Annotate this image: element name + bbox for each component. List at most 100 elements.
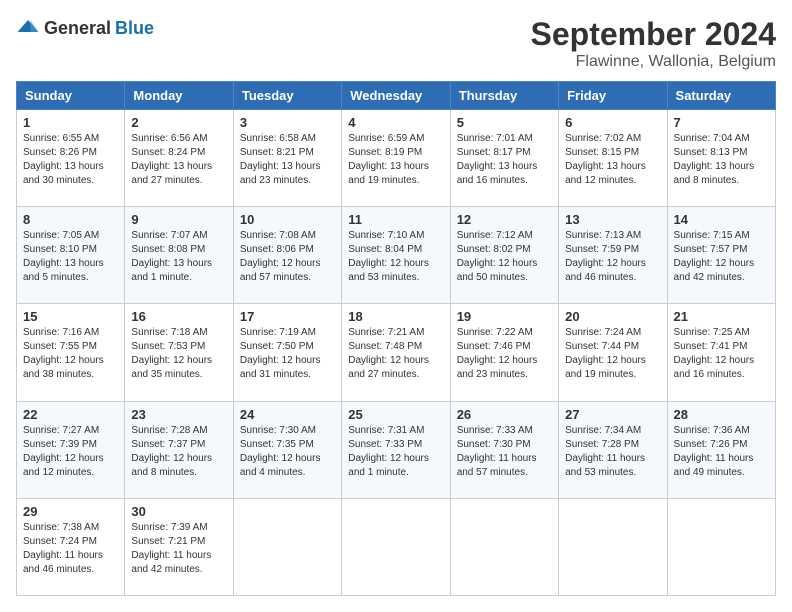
day-info: Sunrise: 7:28 AMSunset: 7:37 PMDaylight:…	[131, 424, 226, 480]
month-title: September 2024	[531, 16, 776, 53]
table-row: 15 Sunrise: 7:16 AMSunset: 7:55 PMDaylig…	[17, 304, 125, 401]
col-saturday: Saturday	[667, 82, 775, 110]
day-number: 5	[457, 115, 552, 130]
day-number: 19	[457, 309, 552, 324]
day-info: Sunrise: 7:30 AMSunset: 7:35 PMDaylight:…	[240, 424, 335, 480]
day-number: 16	[131, 309, 226, 324]
table-row: 20 Sunrise: 7:24 AMSunset: 7:44 PMDaylig…	[559, 304, 667, 401]
table-row: 5 Sunrise: 7:01 AMSunset: 8:17 PMDayligh…	[450, 110, 558, 207]
day-info: Sunrise: 7:15 AMSunset: 7:57 PMDaylight:…	[674, 229, 769, 285]
day-number: 2	[131, 115, 226, 130]
table-row: 26 Sunrise: 7:33 AMSunset: 7:30 PMDaylig…	[450, 401, 558, 498]
day-info: Sunrise: 7:19 AMSunset: 7:50 PMDaylight:…	[240, 326, 335, 382]
day-number: 4	[348, 115, 443, 130]
table-row	[667, 498, 775, 595]
col-sunday: Sunday	[17, 82, 125, 110]
table-row: 30 Sunrise: 7:39 AMSunset: 7:21 PMDaylig…	[125, 498, 233, 595]
day-info: Sunrise: 7:13 AMSunset: 7:59 PMDaylight:…	[565, 229, 660, 285]
table-row: 25 Sunrise: 7:31 AMSunset: 7:33 PMDaylig…	[342, 401, 450, 498]
table-row	[559, 498, 667, 595]
calendar-header-row: Sunday Monday Tuesday Wednesday Thursday…	[17, 82, 776, 110]
day-number: 17	[240, 309, 335, 324]
day-number: 1	[23, 115, 118, 130]
day-number: 18	[348, 309, 443, 324]
logo-blue: Blue	[115, 18, 154, 39]
col-monday: Monday	[125, 82, 233, 110]
table-row: 10 Sunrise: 7:08 AMSunset: 8:06 PMDaylig…	[233, 207, 341, 304]
day-info: Sunrise: 7:10 AMSunset: 8:04 PMDaylight:…	[348, 229, 443, 285]
day-number: 30	[131, 504, 226, 519]
day-info: Sunrise: 7:01 AMSunset: 8:17 PMDaylight:…	[457, 132, 552, 188]
table-row: 17 Sunrise: 7:19 AMSunset: 7:50 PMDaylig…	[233, 304, 341, 401]
table-row: 1 Sunrise: 6:55 AMSunset: 8:26 PMDayligh…	[17, 110, 125, 207]
day-number: 12	[457, 212, 552, 227]
day-info: Sunrise: 7:18 AMSunset: 7:53 PMDaylight:…	[131, 326, 226, 382]
table-row: 27 Sunrise: 7:34 AMSunset: 7:28 PMDaylig…	[559, 401, 667, 498]
day-number: 25	[348, 407, 443, 422]
day-info: Sunrise: 7:04 AMSunset: 8:13 PMDaylight:…	[674, 132, 769, 188]
day-number: 9	[131, 212, 226, 227]
day-number: 13	[565, 212, 660, 227]
day-info: Sunrise: 6:59 AMSunset: 8:19 PMDaylight:…	[348, 132, 443, 188]
day-number: 27	[565, 407, 660, 422]
day-info: Sunrise: 7:07 AMSunset: 8:08 PMDaylight:…	[131, 229, 226, 285]
table-row: 29 Sunrise: 7:38 AMSunset: 7:24 PMDaylig…	[17, 498, 125, 595]
day-number: 21	[674, 309, 769, 324]
page: GeneralBlue September 2024 Flawinne, Wal…	[0, 0, 792, 612]
table-row	[342, 498, 450, 595]
table-row: 4 Sunrise: 6:59 AMSunset: 8:19 PMDayligh…	[342, 110, 450, 207]
table-row	[450, 498, 558, 595]
day-info: Sunrise: 7:12 AMSunset: 8:02 PMDaylight:…	[457, 229, 552, 285]
col-wednesday: Wednesday	[342, 82, 450, 110]
col-friday: Friday	[559, 82, 667, 110]
day-info: Sunrise: 7:24 AMSunset: 7:44 PMDaylight:…	[565, 326, 660, 382]
table-row: 12 Sunrise: 7:12 AMSunset: 8:02 PMDaylig…	[450, 207, 558, 304]
table-row: 28 Sunrise: 7:36 AMSunset: 7:26 PMDaylig…	[667, 401, 775, 498]
day-info: Sunrise: 6:56 AMSunset: 8:24 PMDaylight:…	[131, 132, 226, 188]
day-number: 26	[457, 407, 552, 422]
logo-icon	[16, 16, 40, 40]
day-info: Sunrise: 7:02 AMSunset: 8:15 PMDaylight:…	[565, 132, 660, 188]
logo-general: General	[44, 18, 111, 39]
day-number: 11	[348, 212, 443, 227]
day-number: 14	[674, 212, 769, 227]
location: Flawinne, Wallonia, Belgium	[531, 53, 776, 71]
day-number: 15	[23, 309, 118, 324]
calendar-table: Sunday Monday Tuesday Wednesday Thursday…	[16, 81, 776, 596]
day-number: 23	[131, 407, 226, 422]
table-row: 14 Sunrise: 7:15 AMSunset: 7:57 PMDaylig…	[667, 207, 775, 304]
day-number: 29	[23, 504, 118, 519]
day-number: 3	[240, 115, 335, 130]
table-row: 3 Sunrise: 6:58 AMSunset: 8:21 PMDayligh…	[233, 110, 341, 207]
day-info: Sunrise: 7:39 AMSunset: 7:21 PMDaylight:…	[131, 521, 226, 577]
day-number: 6	[565, 115, 660, 130]
day-number: 22	[23, 407, 118, 422]
table-row: 18 Sunrise: 7:21 AMSunset: 7:48 PMDaylig…	[342, 304, 450, 401]
day-info: Sunrise: 7:05 AMSunset: 8:10 PMDaylight:…	[23, 229, 118, 285]
day-number: 28	[674, 407, 769, 422]
table-row: 19 Sunrise: 7:22 AMSunset: 7:46 PMDaylig…	[450, 304, 558, 401]
logo: GeneralBlue	[16, 16, 154, 40]
table-row: 23 Sunrise: 7:28 AMSunset: 7:37 PMDaylig…	[125, 401, 233, 498]
day-number: 10	[240, 212, 335, 227]
day-info: Sunrise: 7:31 AMSunset: 7:33 PMDaylight:…	[348, 424, 443, 480]
day-info: Sunrise: 7:21 AMSunset: 7:48 PMDaylight:…	[348, 326, 443, 382]
col-tuesday: Tuesday	[233, 82, 341, 110]
title-section: September 2024 Flawinne, Wallonia, Belgi…	[531, 16, 776, 71]
table-row: 6 Sunrise: 7:02 AMSunset: 8:15 PMDayligh…	[559, 110, 667, 207]
day-number: 20	[565, 309, 660, 324]
day-info: Sunrise: 7:27 AMSunset: 7:39 PMDaylight:…	[23, 424, 118, 480]
table-row: 16 Sunrise: 7:18 AMSunset: 7:53 PMDaylig…	[125, 304, 233, 401]
day-number: 24	[240, 407, 335, 422]
day-info: Sunrise: 7:38 AMSunset: 7:24 PMDaylight:…	[23, 521, 118, 577]
table-row	[233, 498, 341, 595]
day-info: Sunrise: 7:16 AMSunset: 7:55 PMDaylight:…	[23, 326, 118, 382]
table-row: 9 Sunrise: 7:07 AMSunset: 8:08 PMDayligh…	[125, 207, 233, 304]
day-info: Sunrise: 7:08 AMSunset: 8:06 PMDaylight:…	[240, 229, 335, 285]
table-row: 11 Sunrise: 7:10 AMSunset: 8:04 PMDaylig…	[342, 207, 450, 304]
day-number: 8	[23, 212, 118, 227]
table-row: 7 Sunrise: 7:04 AMSunset: 8:13 PMDayligh…	[667, 110, 775, 207]
day-info: Sunrise: 7:25 AMSunset: 7:41 PMDaylight:…	[674, 326, 769, 382]
col-thursday: Thursday	[450, 82, 558, 110]
day-info: Sunrise: 7:22 AMSunset: 7:46 PMDaylight:…	[457, 326, 552, 382]
